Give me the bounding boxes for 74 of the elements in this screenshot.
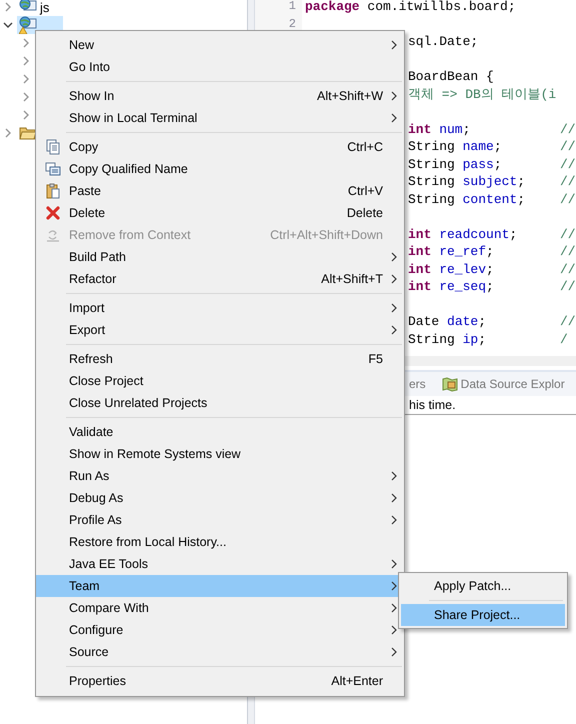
code-text: int num; xyxy=(408,122,472,137)
menu-item[interactable]: Show In Alt+Shift+W xyxy=(36,85,404,107)
menu-item[interactable]: Restore from Local History... xyxy=(36,531,404,553)
code-text: 객체 => DB의 테이블(i xyxy=(408,86,556,104)
menu-item[interactable]: Debug As xyxy=(36,487,404,509)
menu-item[interactable]: New xyxy=(36,34,404,56)
menu-item[interactable]: Configure xyxy=(36,619,404,641)
expand-chevron-icon[interactable] xyxy=(21,110,31,120)
code-comment: // xyxy=(560,226,576,242)
menu-item[interactable]: Go Into xyxy=(36,56,404,78)
code-text: String subject; xyxy=(408,174,526,190)
code-text: String pass; xyxy=(408,156,503,172)
menu-item[interactable]: Profile As xyxy=(36,509,404,531)
line-number: 1 xyxy=(288,0,296,13)
menu-item[interactable]: Java EE Tools xyxy=(36,553,404,575)
clipboard-icon xyxy=(44,183,60,199)
map-icon xyxy=(442,376,458,392)
view-tab[interactable]: ers xyxy=(409,377,426,391)
code-text: sql.Date; xyxy=(408,34,478,50)
menu-item[interactable]: Close Project xyxy=(36,370,404,392)
menu-item[interactable]: Paste Ctrl+V xyxy=(36,180,404,202)
code-comment: // xyxy=(560,279,576,294)
expand-chevron-icon[interactable] xyxy=(21,38,31,48)
code-comment: // xyxy=(560,192,576,207)
delete-icon xyxy=(44,205,60,221)
menu-item[interactable]: Apply Patch... xyxy=(401,575,565,597)
menu-item[interactable]: Delete Delete xyxy=(36,202,404,224)
line-number: 2 xyxy=(288,16,296,30)
menu-item[interactable]: Compare With xyxy=(36,597,404,619)
code-text: String ip; xyxy=(408,332,488,347)
code-text: Date date; xyxy=(408,314,488,330)
code-comment: // xyxy=(560,174,576,190)
code-text: String name; xyxy=(408,139,503,154)
code-text: int readcount; xyxy=(408,226,518,242)
menu-item[interactable]: Refactor Alt+Shift+T xyxy=(36,268,404,290)
code-text: BoardBean { xyxy=(408,69,494,84)
menu-item[interactable]: Share Project... xyxy=(401,604,565,626)
expand-chevron-icon[interactable] xyxy=(3,128,13,138)
code-text: int re_seq; xyxy=(408,279,495,294)
menu-item[interactable]: Show in Remote Systems view xyxy=(36,443,404,465)
menu-item[interactable]: Export xyxy=(36,319,404,341)
project-name: js xyxy=(40,0,50,14)
menu-item[interactable]: Run As xyxy=(36,465,404,487)
copy-icon xyxy=(44,139,60,155)
code-comment: // xyxy=(560,156,576,172)
code-comment: // xyxy=(560,122,576,137)
menu-item[interactable]: Copy Qualified Name xyxy=(36,158,404,180)
code-text: package com.itwillbs.board; xyxy=(305,0,516,14)
code-comment: // xyxy=(560,262,576,277)
code-text: int re_ref; xyxy=(408,244,495,260)
code-comment: // xyxy=(560,139,576,154)
menu-item[interactable]: Refresh F5 xyxy=(36,348,404,370)
collapse-chevron-icon[interactable] xyxy=(3,20,13,30)
expand-chevron-icon[interactable] xyxy=(21,92,31,102)
menu-item[interactable]: Close Unrelated Projects xyxy=(36,392,404,414)
view-tab[interactable]: Data Source Explor xyxy=(442,376,565,392)
expand-chevron-icon[interactable] xyxy=(3,2,13,12)
code-text: String content; xyxy=(408,192,526,207)
menu-item[interactable]: Import xyxy=(36,297,404,319)
tree-node[interactable]: js xyxy=(17,0,52,16)
menu-item[interactable]: Validate xyxy=(36,421,404,443)
expand-chevron-icon[interactable] xyxy=(21,74,31,84)
menu-item[interactable]: Copy Ctrl+C xyxy=(36,136,404,158)
code-comment: / xyxy=(560,332,568,347)
menu-item[interactable]: Show in Local Terminal xyxy=(36,107,404,129)
menu-item[interactable]: Properties Alt+Enter xyxy=(36,670,404,692)
menu-item[interactable]: Build Path xyxy=(36,246,404,268)
expand-chevron-icon[interactable] xyxy=(21,56,31,66)
code-comment: // xyxy=(560,314,576,330)
copy-name-icon xyxy=(44,161,60,177)
code-text: int re_lev; xyxy=(408,262,495,277)
code-comment: // xyxy=(560,244,576,260)
status-message: his time. xyxy=(409,398,456,412)
menu-item[interactable]: Source xyxy=(36,641,404,663)
